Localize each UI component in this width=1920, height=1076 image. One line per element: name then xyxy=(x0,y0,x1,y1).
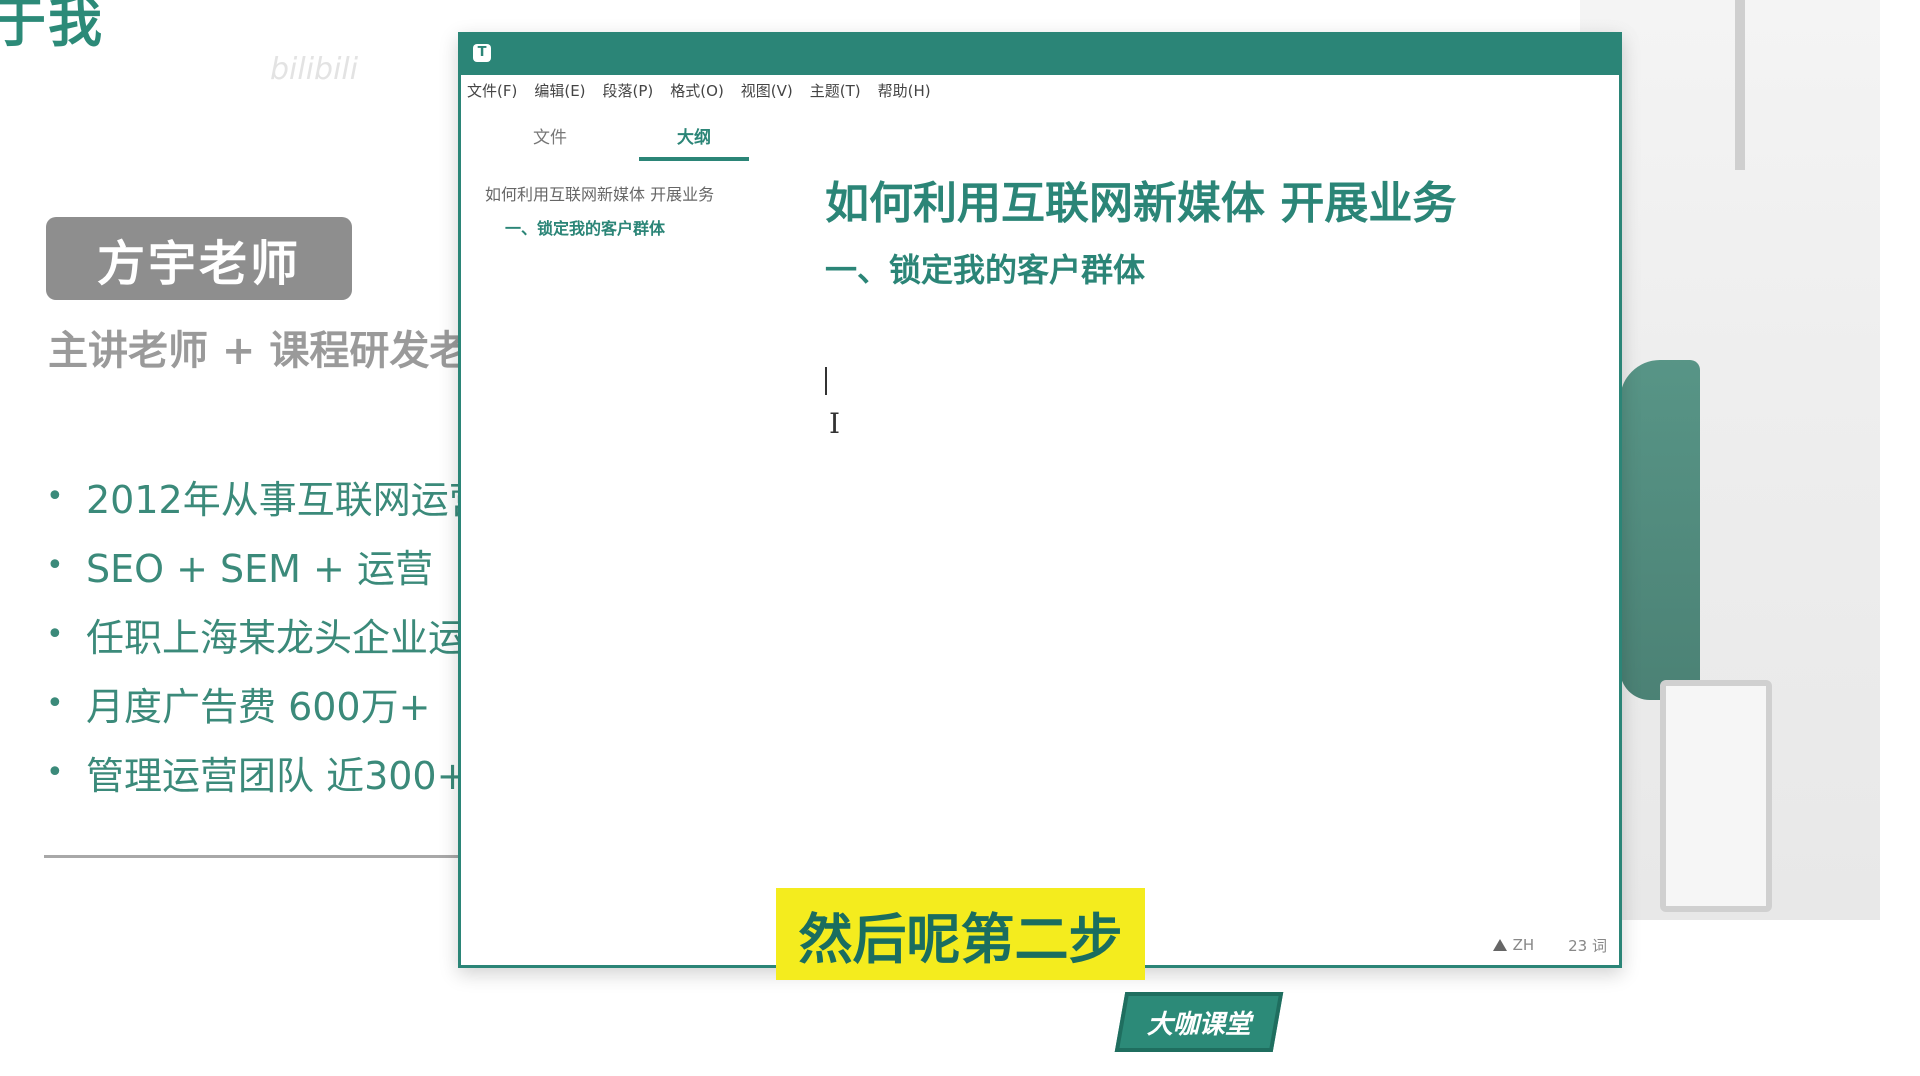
brand-logo-text: 大咖课堂 xyxy=(1146,1009,1251,1040)
sidebar-tabs: 文件 大纲 xyxy=(461,115,801,163)
video-caption: 然后呢第二步 xyxy=(776,888,1145,980)
editor-window: T 文件(F) 编辑(E) 段落(P) 格式(O) 视图(V) 主题(T) 帮助… xyxy=(458,32,1622,968)
tab-files[interactable]: 文件 xyxy=(495,115,605,161)
slide-heading: 于我 xyxy=(0,0,104,54)
slide-subtitle: 主讲老师 + 课程研发老 xyxy=(48,328,470,374)
document-heading-2[interactable]: 一、锁定我的客户群体 xyxy=(825,245,1145,291)
list-item: • 2012年从事互联网运营 xyxy=(46,478,487,522)
status-bar: ZH 23 词 xyxy=(1492,933,1607,957)
menu-edit[interactable]: 编辑(E) xyxy=(534,80,585,101)
menu-paragraph[interactable]: 段落(P) xyxy=(603,80,654,101)
app-icon[interactable]: T xyxy=(473,44,491,62)
language-indicator[interactable]: ZH xyxy=(1513,936,1535,954)
document-heading-1[interactable]: 如何利用互联网新媒体 开展业务 xyxy=(825,167,1456,231)
brand-logo: 大咖课堂 xyxy=(1114,992,1284,1052)
text-caret xyxy=(825,367,827,395)
list-item: • 月度广告费 600万+ xyxy=(46,685,431,729)
list-item: • SEO + SEM + 运营 xyxy=(46,547,433,591)
name-badge: 方宇老师 xyxy=(46,217,352,300)
presenter-figure xyxy=(1620,360,1700,700)
photo-decoration xyxy=(1735,0,1745,170)
bullet-list: • 2012年从事互联网运营 • SEO + SEM + 运营 • 任职上海某龙头企业… xyxy=(46,462,487,807)
photo-chair xyxy=(1660,680,1772,912)
menu-bar: 文件(F) 编辑(E) 段落(P) 格式(O) 视图(V) 主题(T) 帮助(H… xyxy=(461,75,1619,105)
active-tab-indicator xyxy=(639,157,749,161)
outline-item-h2[interactable]: 一、锁定我的客户群体 xyxy=(505,215,665,239)
warning-icon[interactable] xyxy=(1492,939,1507,951)
faint-logo: bilibili xyxy=(270,52,359,87)
name-badge-text: 方宇老师 xyxy=(96,235,301,292)
menu-view[interactable]: 视图(V) xyxy=(741,80,793,101)
menu-format[interactable]: 格式(O) xyxy=(670,80,724,101)
menu-help[interactable]: 帮助(H) xyxy=(878,80,931,101)
menu-theme[interactable]: 主题(T) xyxy=(810,80,861,101)
menu-file[interactable]: 文件(F) xyxy=(467,80,517,101)
title-bar[interactable]: T xyxy=(461,35,1619,75)
caption-text: 然后呢第二步 xyxy=(798,907,1123,971)
ibeam-cursor-icon: I xyxy=(829,407,841,440)
slide-divider xyxy=(44,855,464,858)
tab-outline[interactable]: 大纲 xyxy=(639,115,749,161)
list-item: • 管理运营团队 近300+ xyxy=(46,754,469,798)
list-item: • 任职上海某龙头企业运 xyxy=(46,616,467,660)
word-count[interactable]: 23 词 xyxy=(1568,935,1607,956)
outline-item-h1[interactable]: 如何利用互联网新媒体 开展业务 xyxy=(485,181,714,205)
